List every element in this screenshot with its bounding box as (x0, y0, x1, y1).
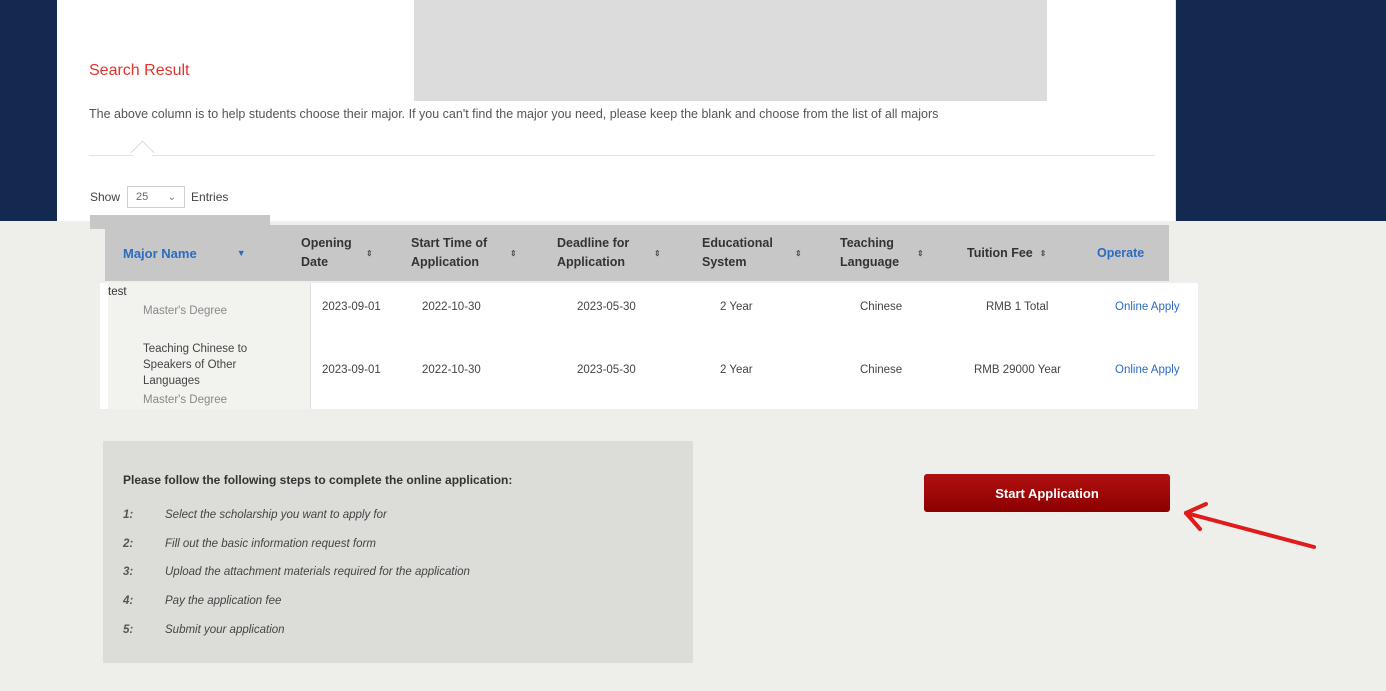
header-teaching-language[interactable]: Teaching Language ⇕ (840, 225, 924, 281)
header-start-time[interactable]: Start Time of Application ⇕ (411, 225, 517, 281)
entries-value: 25 (136, 191, 149, 203)
search-description: The above column is to help students cho… (89, 107, 939, 121)
online-apply-link[interactable]: Online Apply (1115, 283, 1180, 331)
step-item: 3: Upload the attachment materials requi… (123, 566, 470, 578)
step-item: 5: Submit your application (123, 624, 285, 636)
sort-icon: ⇕ (1039, 248, 1047, 258)
step-item: 1: Select the scholarship you want to ap… (123, 509, 387, 521)
header-deadline[interactable]: Deadline for Application ⇕ (557, 225, 661, 281)
entries-label: Entries (191, 190, 229, 204)
step-item: 4: Pay the application fee (123, 595, 282, 607)
step-item: 2: Fill out the basic information reques… (123, 538, 376, 550)
header-major-name[interactable]: Major Name ▼ (123, 225, 246, 281)
sort-icon: ⇕ (917, 248, 924, 258)
divider (89, 155, 1155, 156)
degree-label: Master's Degree (143, 305, 228, 317)
table-row: Teaching Chinese to Speakers of Other La… (100, 331, 1198, 409)
online-apply-link[interactable]: Online Apply (1115, 331, 1180, 409)
entries-select[interactable]: 25 ⌄ (127, 186, 186, 208)
table-row: test Master's Degree 2023-09-01 2022-10-… (100, 283, 1198, 331)
header-operate: Operate (1097, 245, 1145, 260)
show-entries-row: Show 25 ⌄ Entries (90, 186, 228, 208)
sort-icon: ⇕ (510, 248, 517, 258)
sort-icon: ⇕ (654, 248, 661, 258)
header-tuition-fee[interactable]: Tuition Fee ⇕ (967, 225, 1046, 281)
dropdown-icon: ▼ (236, 247, 246, 258)
chevron-down-icon: ⌄ (167, 191, 177, 203)
sort-icon: ⇕ (795, 248, 802, 258)
search-result-title: Search Result (89, 62, 190, 79)
gray-overlay-block (414, 0, 1047, 101)
steps-title: Please follow the following steps to com… (123, 473, 513, 487)
sort-icon: ⇕ (366, 248, 373, 258)
major-name-cell: test Master's Degree (108, 283, 311, 331)
tab-notch (130, 140, 155, 165)
show-label: Show (90, 190, 121, 204)
degree-label: Master's Degree (143, 394, 228, 406)
steps-panel: Please follow the following steps to com… (103, 441, 693, 663)
table-header: Major Name ▼ Opening Date ⇕ Start Time o… (105, 225, 1169, 281)
header-opening-date[interactable]: Opening Date ⇕ (301, 225, 373, 281)
search-result-panel: Search Result The above column is to hel… (57, 0, 1176, 221)
major-name-cell: Teaching Chinese to Speakers of Other La… (108, 331, 311, 409)
start-application-button[interactable]: Start Application (924, 474, 1170, 512)
red-arrow-icon (1184, 502, 1316, 549)
header-educational-system[interactable]: Educational System ⇕ (702, 225, 802, 281)
